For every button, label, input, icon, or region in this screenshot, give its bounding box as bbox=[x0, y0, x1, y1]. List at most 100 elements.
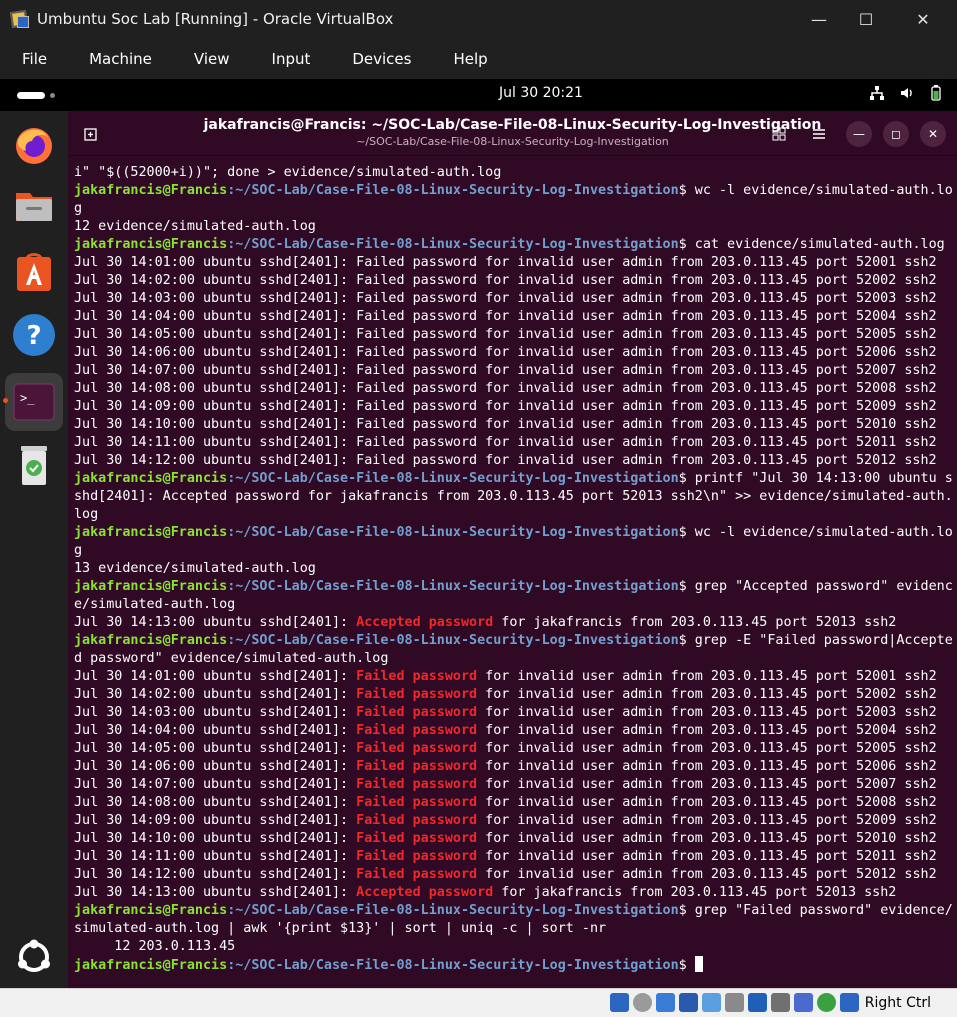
menu-help[interactable]: Help bbox=[453, 50, 487, 68]
tab-overview-icon[interactable] bbox=[766, 121, 792, 147]
log-suffix: for invalid user admin from 203.0.113.45… bbox=[477, 867, 937, 882]
output-text: Jul 30 14:06:00 ubuntu sshd[2401]: Faile… bbox=[74, 345, 937, 360]
output-text: Jul 30 14:11:00 ubuntu sshd[2401]: Faile… bbox=[74, 435, 937, 450]
grep-match: Failed password bbox=[356, 867, 478, 882]
files-icon[interactable] bbox=[10, 181, 58, 229]
grep-match: Failed password bbox=[356, 795, 478, 810]
output-text: g bbox=[74, 201, 83, 216]
minimize-icon[interactable]: — bbox=[796, 0, 842, 38]
output-text: i" "$((52000+i))"; done > evidence/simul… bbox=[74, 165, 502, 180]
output-text: e/simulated-auth.log bbox=[74, 597, 236, 612]
ubuntu-top-bar: Jul 30 20:21 bbox=[0, 79, 957, 111]
command-text: $ grep "Failed password" evidence/ bbox=[678, 903, 953, 918]
optical-drive-icon[interactable] bbox=[633, 993, 652, 1012]
hamburger-menu-icon[interactable] bbox=[806, 121, 832, 147]
output-line: 12 evidence/simulated-auth.log bbox=[74, 218, 954, 236]
show-apps-icon[interactable] bbox=[10, 933, 58, 981]
output-text: d password" evidence/simulated-auth.log bbox=[74, 651, 389, 666]
vbox-titlebar: Umbuntu Soc Lab [Running] - Oracle Virtu… bbox=[0, 0, 957, 38]
display-icon[interactable] bbox=[748, 993, 767, 1012]
output-line: Jul 30 14:10:00 ubuntu sshd[2401]: Faile… bbox=[74, 830, 954, 848]
output-line: Jul 30 14:05:00 ubuntu sshd[2401]: Faile… bbox=[74, 326, 954, 344]
prompt-user: jakafrancis@Francis bbox=[74, 903, 228, 918]
terminal-output[interactable]: i" "$((52000+i))"; done > evidence/simul… bbox=[74, 164, 954, 974]
output-line: Jul 30 14:12:00 ubuntu sshd[2401]: Faile… bbox=[74, 452, 954, 470]
shared-folders-icon[interactable] bbox=[725, 993, 744, 1012]
firefox-icon[interactable] bbox=[10, 121, 58, 169]
output-text: 13 evidence/simulated-auth.log bbox=[74, 561, 316, 576]
log-suffix: for invalid user admin from 203.0.113.45… bbox=[477, 669, 937, 684]
output-line: 12 203.0.113.45 bbox=[74, 938, 954, 956]
command-line: jakafrancis@Francis:~/SOC-Lab/Case-File-… bbox=[74, 524, 954, 542]
grep-match: Failed password bbox=[356, 741, 478, 756]
prompt-user: jakafrancis@Francis bbox=[74, 183, 228, 198]
output-line: Jul 30 14:12:00 ubuntu sshd[2401]: Faile… bbox=[74, 866, 954, 884]
command-text: $ printf "Jul 30 14:13:00 ubuntu s bbox=[678, 471, 953, 486]
hard-disk-icon[interactable] bbox=[610, 993, 629, 1012]
host-key-label: Right Ctrl bbox=[864, 995, 931, 1011]
grep-match: Failed password bbox=[356, 723, 478, 738]
log-prefix: Jul 30 14:07:00 ubuntu sshd[2401]: bbox=[74, 777, 357, 792]
clock[interactable]: Jul 30 20:21 bbox=[0, 85, 957, 101]
close-icon[interactable]: ✕ bbox=[900, 0, 946, 38]
menu-view[interactable]: View bbox=[194, 50, 230, 68]
prompt-path: :~/SOC-Lab/Case-File-08-Linux-Security-L… bbox=[227, 471, 679, 486]
grep-match: Failed password bbox=[356, 777, 478, 792]
trash-icon[interactable] bbox=[10, 441, 58, 489]
command-text: $ wc -l evidence/simulated-auth.lo bbox=[678, 183, 953, 198]
menu-devices[interactable]: Devices bbox=[352, 50, 411, 68]
maximize-icon[interactable]: ☐ bbox=[843, 0, 889, 38]
svg-text:?: ? bbox=[26, 321, 41, 351]
output-line: d password" evidence/simulated-auth.log bbox=[74, 650, 954, 668]
output-line: Jul 30 14:07:00 ubuntu sshd[2401]: Faile… bbox=[74, 362, 954, 380]
virtualbox-icon bbox=[9, 8, 31, 30]
log-prefix: Jul 30 14:05:00 ubuntu sshd[2401]: bbox=[74, 741, 357, 756]
menu-machine[interactable]: Machine bbox=[89, 50, 152, 68]
output-text: Jul 30 14:02:00 ubuntu sshd[2401]: Faile… bbox=[74, 273, 937, 288]
network-adapter-icon[interactable] bbox=[679, 993, 698, 1012]
terminal-icon[interactable]: >_ bbox=[5, 373, 63, 431]
prompt-user: jakafrancis@Francis bbox=[74, 633, 228, 648]
command-line: jakafrancis@Francis:~/SOC-Lab/Case-File-… bbox=[74, 902, 954, 920]
mouse-integration-icon[interactable] bbox=[817, 993, 836, 1012]
help-icon[interactable]: ? bbox=[10, 311, 58, 359]
output-text: Jul 30 14:09:00 ubuntu sshd[2401]: Faile… bbox=[74, 399, 937, 414]
log-suffix: for invalid user admin from 203.0.113.45… bbox=[477, 759, 937, 774]
system-tray[interactable] bbox=[869, 85, 943, 101]
dock: ? >_ bbox=[0, 111, 68, 988]
keyboard-capture-icon[interactable] bbox=[840, 993, 859, 1012]
terminal-close-icon[interactable]: ✕ bbox=[920, 121, 946, 147]
log-suffix: for invalid user admin from 203.0.113.45… bbox=[477, 723, 937, 738]
audio-icon[interactable] bbox=[656, 993, 675, 1012]
terminal-window[interactable]: jakafrancis@Francis: ~/SOC-Lab/Case-File… bbox=[68, 111, 957, 988]
output-line: Jul 30 14:08:00 ubuntu sshd[2401]: Faile… bbox=[74, 794, 954, 812]
terminal-maximize-icon[interactable]: ◻ bbox=[883, 121, 909, 147]
output-line: shd[2401]: Accepted password for jakafra… bbox=[74, 488, 954, 506]
output-text: Jul 30 14:05:00 ubuntu sshd[2401]: Faile… bbox=[74, 327, 937, 342]
log-prefix: Jul 30 14:03:00 ubuntu sshd[2401]: bbox=[74, 705, 357, 720]
grep-match: Accepted password bbox=[356, 615, 494, 630]
output-text: Jul 30 14:08:00 ubuntu sshd[2401]: Faile… bbox=[74, 381, 937, 396]
prompt-path: :~/SOC-Lab/Case-File-08-Linux-Security-L… bbox=[227, 958, 679, 973]
recording-icon[interactable] bbox=[771, 993, 790, 1012]
log-suffix: for invalid user admin from 203.0.113.45… bbox=[477, 777, 937, 792]
menu-input[interactable]: Input bbox=[272, 50, 311, 68]
prompt-user: jakafrancis@Francis bbox=[74, 471, 228, 486]
menu-file[interactable]: File bbox=[22, 50, 47, 68]
output-text: shd[2401]: Accepted password for jakafra… bbox=[74, 489, 953, 504]
app-center-icon[interactable] bbox=[10, 247, 58, 295]
output-line: Jul 30 14:11:00 ubuntu sshd[2401]: Faile… bbox=[74, 848, 954, 866]
grep-match: Failed password bbox=[356, 687, 478, 702]
command-line: jakafrancis@Francis:~/SOC-Lab/Case-File-… bbox=[74, 182, 954, 200]
output-text: log bbox=[74, 507, 99, 522]
output-line: 13 evidence/simulated-auth.log bbox=[74, 560, 954, 578]
command-text: $ bbox=[678, 958, 695, 973]
prompt-path: :~/SOC-Lab/Case-File-08-Linux-Security-L… bbox=[227, 237, 679, 252]
output-line: Jul 30 14:06:00 ubuntu sshd[2401]: Faile… bbox=[74, 758, 954, 776]
output-text: simulated-auth.log | awk '{print $13}' |… bbox=[74, 921, 607, 936]
virtualization-icon[interactable] bbox=[794, 993, 813, 1012]
usb-icon[interactable] bbox=[702, 993, 721, 1012]
log-suffix: for invalid user admin from 203.0.113.45… bbox=[477, 705, 937, 720]
terminal-minimize-icon[interactable]: — bbox=[846, 121, 872, 147]
log-prefix: Jul 30 14:12:00 ubuntu sshd[2401]: bbox=[74, 867, 357, 882]
